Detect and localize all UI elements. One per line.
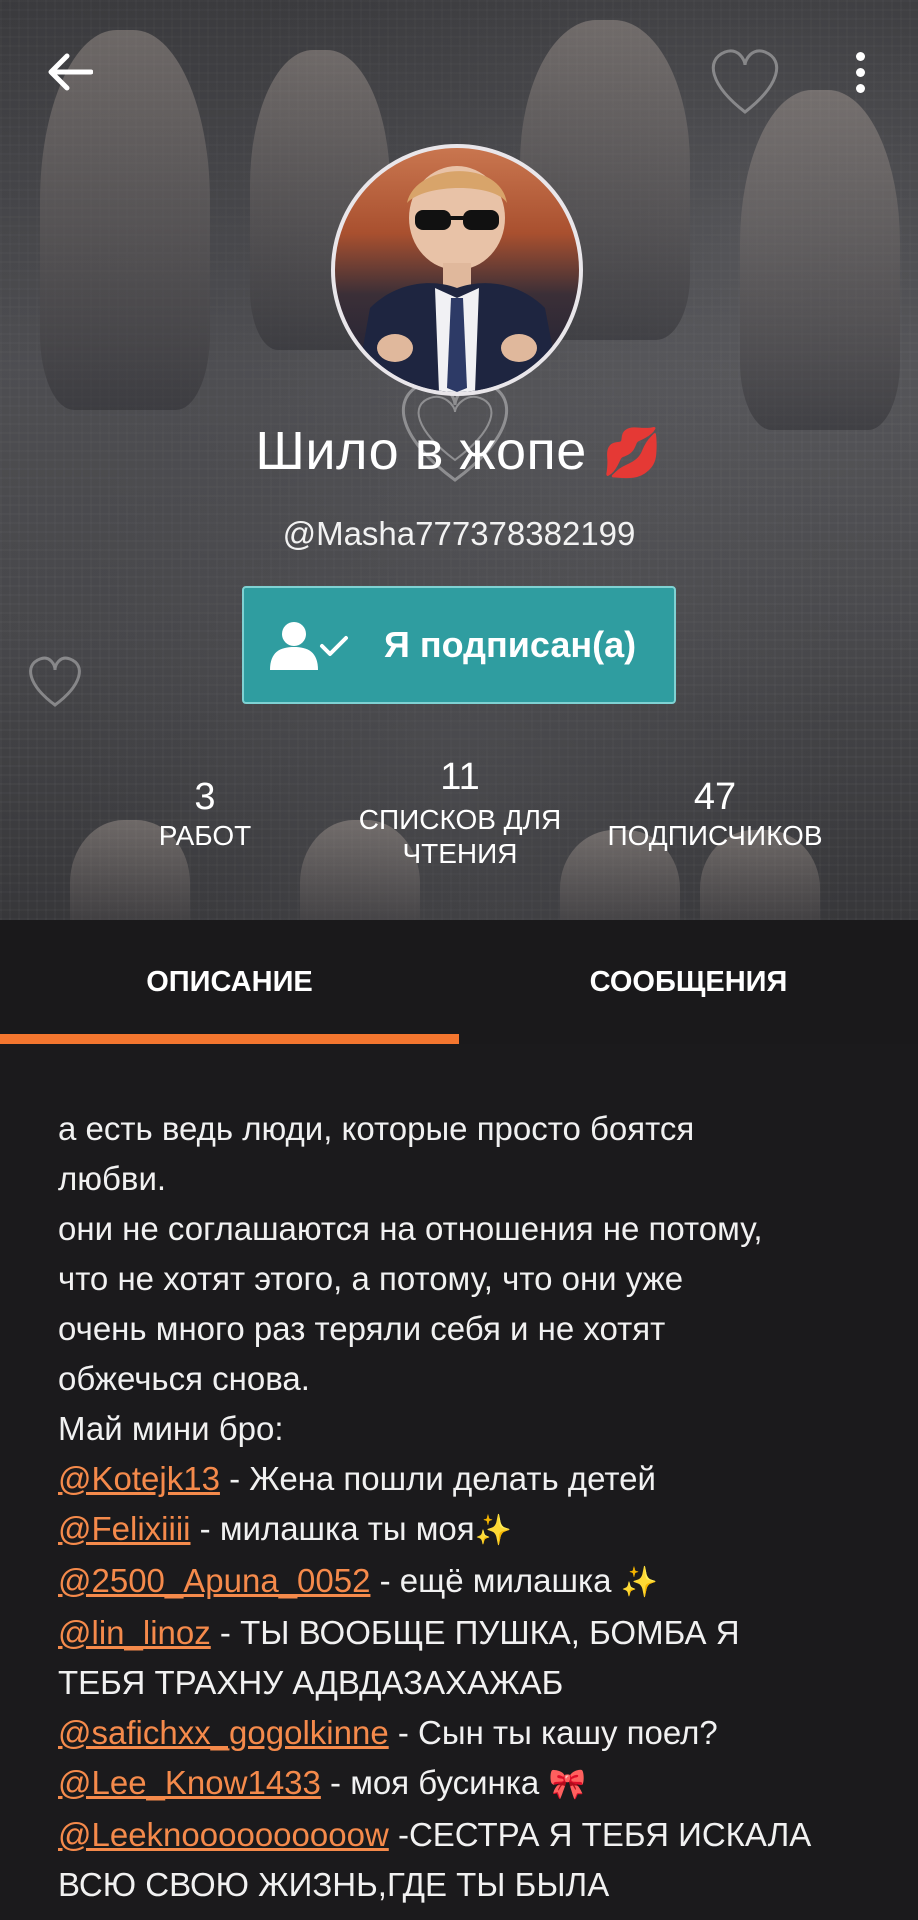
user-check-icon [270, 622, 348, 670]
mention-line: @Kotejk13 - Жена пошли делать детей [58, 1454, 868, 1504]
description-line: что не хотят этого, а потому, что они уж… [58, 1260, 684, 1297]
follow-button[interactable]: Я подписан(а) [242, 586, 676, 704]
mention-line-continued: ТЕБЯ ТРАХНУ АДВДАЗАХАЖАБ [58, 1664, 564, 1701]
mention-line-continued: ВСЮ СВОЮ ЖИЗНЬ,ГДЕ ТЫ БЫЛА [58, 1866, 610, 1903]
description-line: обжечься снова. [58, 1360, 310, 1397]
stat-reading-lists[interactable]: 11 СПИСКОВ ДЛЯ ЧТЕНИЯ [330, 755, 590, 871]
stat-works[interactable]: 3 РАБОТ [120, 775, 290, 853]
tab-description[interactable]: ОПИСАНИЕ [0, 920, 459, 1044]
back-button[interactable] [40, 46, 100, 98]
mention-link[interactable]: @Felixiiii [58, 1510, 191, 1547]
mention-link[interactable]: @lin_linoz [58, 1614, 211, 1651]
more-vertical-icon [855, 51, 865, 61]
mention-line: @lin_linoz - ТЫ ВООБЩЕ ПУШКА, БОМБА Я [58, 1608, 868, 1658]
arrow-left-icon [48, 53, 93, 91]
profile-name: Шило в жопе 💋 [0, 420, 918, 482]
mention-line: @2500_Apuna_0052 - ещё милашка ✨ [58, 1556, 868, 1608]
active-tab-indicator [0, 1034, 459, 1044]
profile-handle: @Masha777378382199 [282, 515, 636, 552]
tab-messages[interactable]: СООБЩЕНИЯ [459, 920, 918, 1044]
profile-name-text: Шило в жопе [255, 421, 587, 481]
mention-text: - ТЫ ВООБЩЕ ПУШКА, БОМБА Я [210, 1614, 740, 1651]
mention-text: - милашка ты моя [190, 1510, 475, 1547]
description-line: они не соглашаются на отношения не потом… [58, 1210, 763, 1247]
mention-line: @Lee_Know1433 - моя бусинка 🎀 [58, 1758, 868, 1810]
cover-photo-figure [740, 90, 900, 430]
mention-line: @Felixiiii - милашка ты моя✨ [58, 1504, 868, 1556]
stat-followers-label: ПОДПИСЧИКОВ [607, 820, 823, 851]
follow-button-label: Я подписан(а) [384, 624, 637, 665]
stat-reading-lists-label-line1: СПИСКОВ ДЛЯ [358, 804, 562, 835]
sparkles-emoji-icon: ✨ [620, 1566, 659, 1599]
avatar-photo [355, 166, 561, 392]
description-line: любви. [58, 1160, 167, 1197]
stat-reading-lists-value: 11 [440, 756, 480, 798]
mention-line: @safichxx_gogolkinne - Сын ты кашу поел? [58, 1708, 868, 1758]
mention-text: - моя бусинка [320, 1764, 549, 1801]
mention-link[interactable]: @Lee_Know1433 [58, 1764, 321, 1801]
profile-description: а есть ведь люди, которые просто боятся … [58, 1104, 868, 1910]
description-line: очень много раз теряли себя и не хотят [58, 1310, 666, 1347]
mention-text: - Сын ты кашу поел? [388, 1714, 718, 1751]
mention-link[interactable]: @Kotejk13 [58, 1460, 220, 1497]
description-line: а есть ведь люди, которые просто боятся [58, 1110, 695, 1147]
ribbon-emoji-icon: 🎀 [548, 1768, 586, 1801]
avatar[interactable] [331, 144, 583, 396]
mention-text: -СЕСТРА Я ТЕБЯ ИСКАЛА [388, 1816, 812, 1853]
stat-followers[interactable]: 47 ПОДПИСЧИКОВ [590, 775, 840, 853]
mention-link[interactable]: @safichxx_gogolkinne [58, 1714, 389, 1751]
stat-works-label: РАБОТ [158, 820, 252, 851]
stat-works-value: 3 [194, 776, 216, 818]
mention-text: - ещё милашка [370, 1562, 621, 1599]
lips-emoji-icon: 💋 [602, 427, 663, 480]
mention-link[interactable]: @2500_Apuna_0052 [58, 1562, 370, 1599]
heart-doodle-icon [29, 656, 81, 707]
description-line: Май мини бро: [58, 1410, 284, 1447]
mention-link[interactable]: @Leeknoooooooooow [58, 1816, 389, 1853]
profile-tabs: ОПИСАНИЕ СООБЩЕНИЯ [0, 920, 918, 1044]
stat-followers-value: 47 [693, 776, 737, 818]
sparkles-emoji-icon: ✨ [474, 1514, 512, 1547]
stat-reading-lists-label-line2: ЧТЕНИЯ [402, 838, 518, 869]
more-options-button[interactable] [840, 46, 880, 98]
top-bar [0, 0, 918, 140]
mention-line: @Leeknoooooooooow -СЕСТРА Я ТЕБЯ ИСКАЛА [58, 1810, 868, 1860]
mention-text: - Жена пошли делать детей [219, 1460, 656, 1497]
